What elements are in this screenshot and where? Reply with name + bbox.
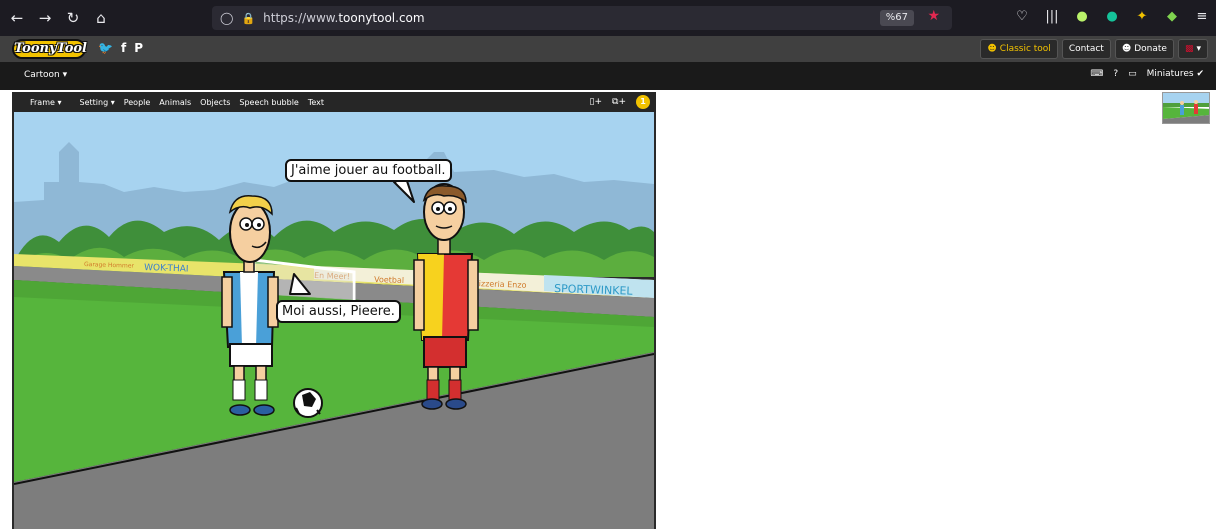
help-icon[interactable]: ? xyxy=(1113,69,1118,79)
address-bar[interactable]: ◯ 🔒 https://www.toonytool.com %67 ★ xyxy=(212,6,952,30)
duplicate-frame-icon[interactable]: ⧉+ xyxy=(612,97,626,107)
cartoon-menu[interactable]: Cartoon ▾ xyxy=(24,70,67,80)
frame-count-badge: 1 xyxy=(636,95,650,109)
pocket-icon[interactable]: ♡ xyxy=(1012,6,1032,26)
football-ball xyxy=(293,388,323,418)
shield-icon[interactable]: ◯ xyxy=(220,11,233,25)
extension-icon[interactable]: ● xyxy=(1072,6,1092,26)
app-toolbar: Cartoon ▾ ⌨ ? ▭ Miniatures ✔ xyxy=(0,62,1216,90)
classic-tool-button[interactable]: ☻ Classic tool xyxy=(980,39,1058,59)
home-icon[interactable]: ⌂ xyxy=(90,7,112,29)
banner-2: WOK-THAI xyxy=(144,263,189,275)
facebook-icon[interactable]: f xyxy=(121,41,126,55)
frame-thumbnail[interactable] xyxy=(1162,92,1210,124)
keyboard-icon[interactable]: ⌨ xyxy=(1090,69,1103,79)
chevron-down-icon: ▾ xyxy=(1196,44,1201,54)
zoom-level[interactable]: %67 xyxy=(879,10,914,26)
donate-button[interactable]: ☻ Donate xyxy=(1114,39,1174,59)
menu-text[interactable]: Text xyxy=(308,98,324,107)
menu-objects[interactable]: Objects xyxy=(200,98,230,107)
miniatures-toggle[interactable]: Miniatures ✔ xyxy=(1147,69,1204,79)
forward-arrow-icon[interactable]: → xyxy=(34,7,56,29)
comic-editor: Frame ▾ Setting ▾ People Animals Objects… xyxy=(12,92,656,529)
url-text[interactable]: https://www.toonytool.com xyxy=(263,11,424,25)
speech-bubble-1[interactable]: J'aime jouer au football. xyxy=(285,159,452,182)
twitter-icon[interactable]: 🐦 xyxy=(98,41,113,55)
uk-flag-icon: ▩ xyxy=(1184,44,1194,54)
grammarly-icon[interactable]: ● xyxy=(1102,6,1122,26)
add-frame-icon[interactable]: ▯+ xyxy=(590,97,603,107)
menu-icon[interactable]: ≡ xyxy=(1192,6,1212,26)
screen-icon[interactable]: ▭ xyxy=(1128,69,1137,79)
extension-2-icon[interactable]: ✦ xyxy=(1132,6,1152,26)
menu-setting[interactable]: Setting ▾ xyxy=(71,98,115,107)
lock-icon[interactable]: 🔒 xyxy=(241,12,255,25)
scene-canvas[interactable]: Garage Hommer WOK-THAI En Meer! Voetbal … xyxy=(14,112,654,529)
menu-speech-bubble[interactable]: Speech bubble xyxy=(239,98,298,107)
banner-5: Pizzeria Enzo xyxy=(474,279,527,290)
menu-frame[interactable]: Frame ▾ xyxy=(21,98,62,107)
donate-icon: ☻ xyxy=(1121,44,1132,54)
library-icon[interactable]: ||| xyxy=(1042,6,1062,26)
site-header: ToonyTool 🐦 f P ☻ Classic tool Contact ☻ D… xyxy=(0,36,1216,62)
bookmark-star-icon[interactable]: ★ xyxy=(927,8,940,24)
editor-toolbar: Frame ▾ Setting ▾ People Animals Objects… xyxy=(12,92,656,112)
menu-people[interactable]: People xyxy=(124,98,151,107)
toonytool-logo[interactable]: ToonyTool xyxy=(12,39,87,59)
contact-button[interactable]: Contact xyxy=(1061,39,1111,59)
pinterest-icon[interactable]: P xyxy=(134,41,143,55)
menu-animals[interactable]: Animals xyxy=(159,98,191,107)
speech-bubble-2[interactable]: Moi aussi, Pieere. xyxy=(276,300,401,323)
thumbnail-scene xyxy=(1163,93,1209,123)
face-icon: ☻ xyxy=(987,44,997,54)
language-selector[interactable]: ▩ ▾ xyxy=(1177,39,1208,59)
reload-icon[interactable]: ↻ xyxy=(62,7,84,29)
browser-toolbar: ← → ↻ ⌂ ◯ 🔒 https://www.toonytool.com %6… xyxy=(0,0,1216,36)
banner-4: Voetbal xyxy=(374,275,404,285)
back-arrow-icon[interactable]: ← xyxy=(6,7,28,29)
extension-3-icon[interactable]: ◆ xyxy=(1162,6,1182,26)
